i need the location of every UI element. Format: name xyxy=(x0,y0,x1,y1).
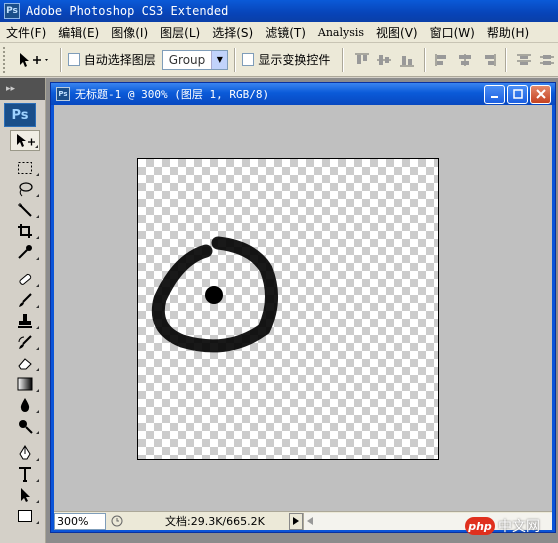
maximize-icon xyxy=(512,89,523,99)
path-selection-icon[interactable] xyxy=(10,484,40,505)
show-transform-label: 显示变换控件 xyxy=(258,53,331,67)
separator xyxy=(423,47,426,72)
move-tool-icon[interactable] xyxy=(10,130,40,151)
auto-select-value: Group xyxy=(168,52,206,67)
close-button[interactable] xyxy=(530,84,551,104)
photoshop-logo-icon: Ps xyxy=(4,3,20,19)
document-title: 无标题-1 @ 300% (图层 1, RGB/8) xyxy=(75,88,270,101)
options-bar: 自动选择图层 Group ▼ 显示变换控件 xyxy=(0,43,558,77)
eraser-icon[interactable] xyxy=(10,352,40,373)
toolbox-collapse-icon[interactable]: ▸▸ xyxy=(0,78,45,100)
tool-preset-picker[interactable] xyxy=(17,51,54,69)
watermark-text: 中文网 xyxy=(498,519,540,535)
zoom-field[interactable]: 300% xyxy=(54,512,106,530)
menubar: 文件(F) 编辑(E) 图像(I) 图层(L) 选择(S) 滤镜(T) Anal… xyxy=(0,22,558,43)
status-options-icon[interactable] xyxy=(109,513,125,529)
menu-file[interactable]: 文件(F) xyxy=(0,24,52,41)
close-icon xyxy=(535,89,546,99)
menu-analysis[interactable]: Analysis xyxy=(312,26,370,39)
rectangle-shape-icon[interactable] xyxy=(10,505,40,526)
options-grip[interactable] xyxy=(3,46,9,73)
menu-edit[interactable]: 编辑(E) xyxy=(52,24,105,41)
app-title: Adobe Photoshop CS3 Extended xyxy=(26,4,229,18)
app-titlebar: Ps Adobe Photoshop CS3 Extended xyxy=(0,0,558,22)
document-size-info: 文档:29.3K/665.2K xyxy=(165,515,265,528)
eyedropper-icon[interactable] xyxy=(10,241,40,262)
distribute-vcenter-icon[interactable] xyxy=(538,50,556,70)
status-menu-arrow-icon[interactable] xyxy=(289,512,303,530)
document-window: Ps 无标题-1 @ 300% (图层 1, RGB/8) 300% 文档:29… xyxy=(50,82,556,533)
menu-view[interactable]: 视图(V) xyxy=(370,24,424,41)
pen-tool-icon[interactable] xyxy=(10,442,40,463)
clone-stamp-icon[interactable] xyxy=(10,310,40,331)
menu-layer[interactable]: 图层(L) xyxy=(154,24,206,41)
brush-tool-icon[interactable] xyxy=(10,289,40,310)
align-left-icon[interactable] xyxy=(434,50,452,70)
menu-window[interactable]: 窗口(W) xyxy=(424,24,481,41)
menu-filter[interactable]: 滤镜(T) xyxy=(259,24,312,41)
toolbox: ▸▸ Ps xyxy=(0,78,46,543)
align-hcenter-icon[interactable] xyxy=(456,50,474,70)
separator xyxy=(342,47,345,72)
document-ps-icon: Ps xyxy=(56,87,70,101)
gradient-tool-icon[interactable] xyxy=(10,373,40,394)
transparent-canvas[interactable] xyxy=(137,158,439,460)
maximize-button[interactable] xyxy=(507,84,528,104)
separator xyxy=(234,47,237,72)
lasso-tool-icon[interactable] xyxy=(10,178,40,199)
type-tool-icon[interactable] xyxy=(10,463,40,484)
auto-select-checkbox[interactable] xyxy=(67,53,80,66)
site-watermark: php 中文网 xyxy=(465,514,555,538)
history-brush-icon[interactable] xyxy=(10,331,40,352)
align-bottom-icon[interactable] xyxy=(397,50,415,70)
align-top-icon[interactable] xyxy=(352,50,370,70)
minimize-icon xyxy=(490,96,498,98)
separator xyxy=(505,47,508,72)
menu-image[interactable]: 图像(I) xyxy=(105,24,154,41)
toolbox-ps-logo[interactable]: Ps xyxy=(4,103,36,127)
distribute-top-icon[interactable] xyxy=(515,50,533,70)
drawn-circle-stroke xyxy=(151,236,278,353)
document-titlebar[interactable]: Ps 无标题-1 @ 300% (图层 1, RGB/8) xyxy=(51,83,555,105)
auto-select-dropdown[interactable]: Group ▼ xyxy=(161,49,229,70)
separator xyxy=(59,47,62,72)
auto-select-label: 自动选择图层 xyxy=(83,53,156,67)
menu-help[interactable]: 帮助(H) xyxy=(481,24,535,41)
menu-select[interactable]: 选择(S) xyxy=(206,24,259,41)
blur-tool-icon[interactable] xyxy=(10,394,40,415)
magic-wand-icon[interactable] xyxy=(10,199,40,220)
php-logo: php xyxy=(465,517,495,535)
marquee-tool-icon[interactable] xyxy=(10,157,40,178)
canvas-area[interactable] xyxy=(54,105,552,511)
scroll-left-icon[interactable] xyxy=(307,517,313,525)
minimize-button[interactable] xyxy=(484,84,505,104)
move-tool-icon xyxy=(19,52,48,67)
align-right-icon[interactable] xyxy=(479,50,497,70)
align-vcenter-icon[interactable] xyxy=(375,50,393,70)
show-transform-checkbox[interactable] xyxy=(242,53,255,66)
healing-brush-icon[interactable] xyxy=(10,268,40,289)
dodge-tool-icon[interactable] xyxy=(10,415,40,436)
drawn-dot xyxy=(205,286,223,304)
chevron-down-icon: ▼ xyxy=(211,50,228,69)
crop-tool-icon[interactable] xyxy=(10,220,40,241)
